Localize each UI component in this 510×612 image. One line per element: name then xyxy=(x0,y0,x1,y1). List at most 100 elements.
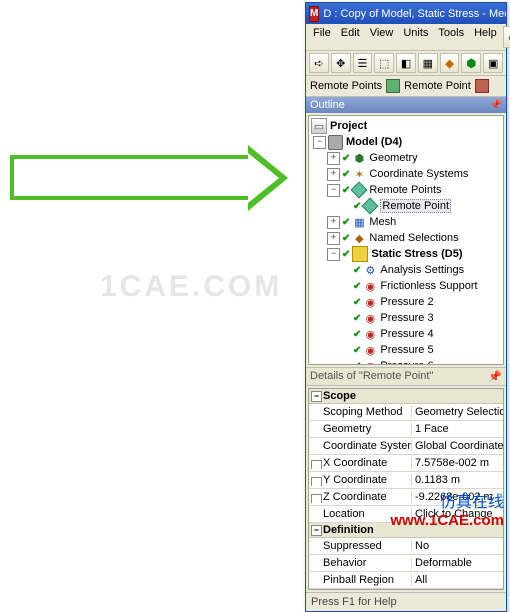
check-icon: ✔ xyxy=(342,153,350,164)
menu-bar: File Edit View Units Tools Help ✔ xyxy=(306,24,506,51)
tool-8-icon[interactable]: ⬢ xyxy=(461,53,481,73)
tool-2-icon[interactable]: ✥ xyxy=(331,53,351,73)
check-icon: ✔ xyxy=(353,297,361,308)
remote-point-label[interactable]: Remote Point xyxy=(404,80,471,92)
watermark-text: 1CAE.COM xyxy=(100,270,282,304)
tool-4-icon[interactable]: ⬚ xyxy=(374,53,394,73)
check-icon: ✔ xyxy=(342,233,350,244)
pressure-icon: ◉ xyxy=(363,359,377,365)
menu-tools[interactable]: Tools xyxy=(434,26,468,48)
menu-view[interactable]: View xyxy=(366,26,398,48)
expander-icon[interactable]: − xyxy=(313,136,326,149)
check-icon: ✔ xyxy=(353,361,361,366)
check-icon: ✔ xyxy=(342,169,350,180)
coord-icon: ✶ xyxy=(352,167,366,181)
context-toolbar: Remote Points Remote Point xyxy=(306,76,506,97)
tool-3-icon[interactable]: ☰ xyxy=(353,53,373,73)
menu-units[interactable]: Units xyxy=(399,26,432,48)
tree-project[interactable]: ▭ Project xyxy=(309,118,503,134)
pressure-icon: ◉ xyxy=(363,327,377,341)
help-check-icon[interactable]: ✔ xyxy=(503,26,510,48)
menu-file[interactable]: File xyxy=(309,26,335,48)
tool-5-icon[interactable]: ◧ xyxy=(396,53,416,73)
check-icon: ✔ xyxy=(342,217,350,228)
details-title: Details of "Remote Point" xyxy=(310,370,433,383)
expander-icon[interactable]: − xyxy=(327,184,340,197)
extra-tool-icon[interactable] xyxy=(475,79,489,93)
app-icon: M xyxy=(309,6,319,22)
support-icon: ◉ xyxy=(363,279,377,293)
pressure-icon: ◉ xyxy=(363,311,377,325)
footer-cn-text: 仿真在线 xyxy=(390,493,504,512)
check-icon: ✔ xyxy=(353,329,361,340)
title-bar: M D : Copy of Model, Static Stress - Mec… xyxy=(306,3,506,24)
remote-point-icon xyxy=(386,79,400,93)
expander-icon[interactable]: − xyxy=(327,248,340,261)
check-icon: ✔ xyxy=(353,265,361,276)
outline-tree[interactable]: ▭ Project − Model (D4) + ✔ ⬢ Geometry + … xyxy=(308,115,504,365)
tree-analysis-settings[interactable]: ✔ ⚙ Analysis Settings xyxy=(309,262,503,278)
prop-behavior[interactable]: BehaviorDeformable xyxy=(309,555,503,572)
tree-mesh[interactable]: + ✔ ▦ Mesh xyxy=(309,214,503,230)
check-icon: ✔ xyxy=(353,313,361,324)
tool-7-icon[interactable]: ◆ xyxy=(440,53,460,73)
check-icon: ✔ xyxy=(353,281,361,292)
toolbar: ➪ ✥ ☰ ⬚ ◧ ▦ ◆ ⬢ ▣ xyxy=(306,51,506,76)
tree-geometry[interactable]: + ✔ ⬢ Geometry xyxy=(309,150,503,166)
prop-x-coord[interactable]: X Coordinate7.5758e-002 m xyxy=(309,455,503,472)
details-header: Details of "Remote Point" 📌 xyxy=(306,367,506,386)
project-icon: ▭ xyxy=(311,118,327,134)
expander-icon[interactable]: + xyxy=(327,168,340,181)
prop-suppressed[interactable]: SuppressedNo xyxy=(309,538,503,555)
static-stress-icon xyxy=(352,246,368,262)
tree-model[interactable]: − Model (D4) xyxy=(309,134,503,150)
tree-pressure-4[interactable]: ✔ ◉ Pressure 4 xyxy=(309,326,503,342)
pressure-icon: ◉ xyxy=(363,343,377,357)
prop-y-coord[interactable]: Y Coordinate0.1183 m xyxy=(309,472,503,489)
remote-points-label: Remote Points xyxy=(310,80,382,92)
tool-6-icon[interactable]: ▦ xyxy=(418,53,438,73)
menu-edit[interactable]: Edit xyxy=(337,26,364,48)
prop-geometry[interactable]: Geometry1 Face xyxy=(309,421,503,438)
tool-9-icon[interactable]: ▣ xyxy=(483,53,503,73)
properties-grid: Scope Scoping MethodGeometry Selection G… xyxy=(308,388,504,590)
pin-icon[interactable]: 📌 xyxy=(490,100,502,111)
expander-icon[interactable]: + xyxy=(327,216,340,229)
tree-pressure-3[interactable]: ✔ ◉ Pressure 3 xyxy=(309,310,503,326)
prop-pinball-region[interactable]: Pinball RegionAll xyxy=(309,572,503,589)
analysis-settings-icon: ⚙ xyxy=(363,263,377,277)
mesh-icon: ▦ xyxy=(352,215,366,229)
check-icon: ✔ xyxy=(353,201,361,212)
footer-url-text: www.1CAE.com xyxy=(390,512,504,530)
check-icon: ✔ xyxy=(353,345,361,356)
footer-branding: 仿真在线 www.1CAE.com xyxy=(390,493,504,530)
prop-coord-system[interactable]: Coordinate SystemGlobal Coordinate Syste… xyxy=(309,438,503,455)
geometry-icon: ⬢ xyxy=(352,151,366,165)
tree-static-stress[interactable]: − ✔ Static Stress (D5) xyxy=(309,246,503,262)
expander-icon[interactable]: + xyxy=(327,152,340,165)
tree-named-selections[interactable]: + ✔ ◆ Named Selections xyxy=(309,230,503,246)
prop-scoping-method[interactable]: Scoping MethodGeometry Selection xyxy=(309,404,503,421)
check-icon: ✔ xyxy=(342,185,350,196)
remote-points-icon xyxy=(352,183,366,197)
tree-remote-points[interactable]: − ✔ Remote Points xyxy=(309,182,503,198)
window-title: D : Copy of Model, Static Stress - Mecha… xyxy=(323,8,506,20)
tree-pressure-5[interactable]: ✔ ◉ Pressure 5 xyxy=(309,342,503,358)
tree-coord-systems[interactable]: + ✔ ✶ Coordinate Systems xyxy=(309,166,503,182)
menu-help[interactable]: Help xyxy=(470,26,501,48)
tree-remote-point[interactable]: ✔ Remote Point xyxy=(309,198,503,214)
tree-frictionless-support[interactable]: ✔ ◉ Frictionless Support xyxy=(309,278,503,294)
outline-header: Outline 📌 xyxy=(306,97,506,113)
tree-pressure-6[interactable]: ✔ ◉ Pressure 6 xyxy=(309,358,503,365)
pressure-icon: ◉ xyxy=(363,295,377,309)
remote-point-icon xyxy=(363,199,377,213)
group-scope[interactable]: Scope xyxy=(309,389,503,404)
tool-1-icon[interactable]: ➪ xyxy=(309,53,329,73)
expander-icon[interactable]: + xyxy=(327,232,340,245)
named-sel-icon: ◆ xyxy=(352,231,366,245)
tree-pressure-2[interactable]: ✔ ◉ Pressure 2 xyxy=(309,294,503,310)
pin-icon[interactable]: 📌 xyxy=(488,370,502,383)
model-icon xyxy=(328,135,343,150)
pointer-arrow xyxy=(0,155,290,200)
outline-title: Outline xyxy=(310,99,345,111)
